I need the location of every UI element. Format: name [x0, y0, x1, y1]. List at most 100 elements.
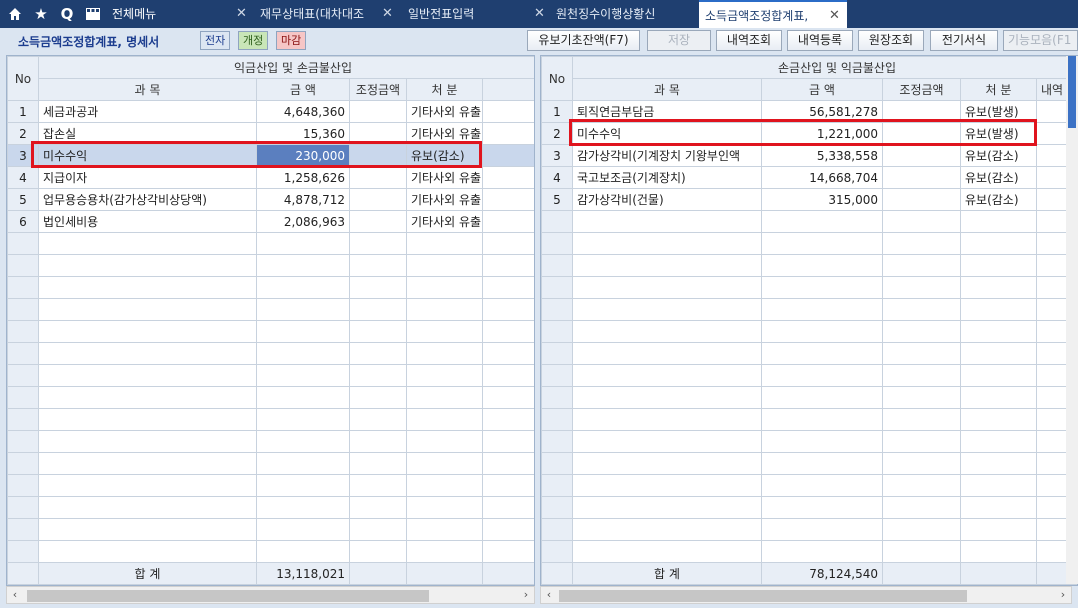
table-row[interactable]: 2 미수수익 1,221,000 유보(발생) — [541, 122, 1077, 145]
amount-cell[interactable]: 1,221,000 — [761, 122, 883, 145]
empty-cell[interactable] — [256, 232, 350, 255]
adjust-cell[interactable] — [882, 100, 961, 123]
empty-cell[interactable] — [541, 540, 573, 563]
empty-cell[interactable] — [349, 320, 407, 343]
item-cell[interactable]: 미수수익 — [572, 122, 762, 145]
empty-row[interactable] — [7, 364, 534, 387]
amount-cell[interactable]: 14,668,704 — [761, 166, 883, 189]
empty-cell[interactable] — [572, 518, 762, 541]
adjust-cell[interactable] — [349, 210, 407, 233]
scroll-right-icon[interactable]: › — [1055, 587, 1071, 603]
empty-cell[interactable] — [482, 474, 534, 497]
disposition-cell[interactable]: 유보(감소) — [406, 144, 483, 167]
empty-row[interactable] — [541, 298, 1077, 321]
adjust-cell[interactable] — [349, 144, 407, 167]
empty-cell[interactable] — [406, 540, 483, 563]
detail-register-button[interactable]: 내역등록 — [787, 30, 853, 51]
prior-form-button[interactable]: 전기서식 — [930, 30, 998, 51]
empty-cell[interactable] — [482, 342, 534, 365]
empty-cell[interactable] — [572, 496, 762, 519]
amount-cell[interactable]: 315,000 — [761, 188, 883, 211]
empty-row[interactable] — [541, 452, 1077, 475]
empty-cell[interactable] — [761, 540, 883, 563]
empty-cell[interactable] — [960, 474, 1037, 497]
empty-cell[interactable] — [960, 254, 1037, 277]
empty-row[interactable] — [7, 386, 534, 409]
item-cell[interactable]: 감가상각비(건물) — [572, 188, 762, 211]
blank-cell[interactable] — [482, 188, 534, 211]
empty-cell[interactable] — [256, 386, 350, 409]
amount-cell[interactable]: 4,878,712 — [256, 188, 350, 211]
favorite-star-icon[interactable]: ★ — [28, 0, 54, 28]
empty-cell[interactable] — [761, 386, 883, 409]
blank-cell[interactable] — [482, 122, 534, 145]
empty-cell[interactable] — [7, 386, 39, 409]
amount-cell[interactable]: 15,360 — [256, 122, 350, 145]
empty-row[interactable] — [7, 452, 534, 475]
item-cell[interactable]: 잡손실 — [38, 122, 257, 145]
table-row[interactable]: 5 감가상각비(건물) 315,000 유보(감소) — [541, 188, 1077, 211]
empty-cell[interactable] — [349, 254, 407, 277]
empty-cell[interactable] — [406, 452, 483, 475]
empty-cell[interactable] — [960, 386, 1037, 409]
empty-cell[interactable] — [960, 342, 1037, 365]
item-cell[interactable]: 업무용승용차(감가상각비상당액) — [38, 188, 257, 211]
empty-cell[interactable] — [349, 276, 407, 299]
vertical-scrollbar[interactable] — [1066, 56, 1078, 584]
empty-cell[interactable] — [572, 408, 762, 431]
empty-cell[interactable] — [761, 474, 883, 497]
empty-cell[interactable] — [406, 496, 483, 519]
search-icon[interactable]: Q — [54, 0, 80, 28]
empty-cell[interactable] — [761, 452, 883, 475]
amount-cell[interactable]: 4,648,360 — [256, 100, 350, 123]
disposition-cell[interactable]: 유보(감소) — [960, 188, 1037, 211]
disposition-cell[interactable]: 유보(감소) — [960, 166, 1037, 189]
empty-cell[interactable] — [960, 364, 1037, 387]
empty-cell[interactable] — [349, 518, 407, 541]
empty-cell[interactable] — [882, 320, 961, 343]
empty-cell[interactable] — [256, 474, 350, 497]
row-no-cell[interactable]: 4 — [541, 166, 573, 189]
empty-cell[interactable] — [882, 540, 961, 563]
table-row[interactable]: 3 미수수익 230,000 유보(감소) — [7, 144, 534, 167]
empty-cell[interactable] — [541, 474, 573, 497]
tab-balance-sheet[interactable]: ✕ 재무상태표(대차대조 — [236, 0, 382, 28]
empty-cell[interactable] — [761, 210, 883, 233]
empty-cell[interactable] — [38, 298, 257, 321]
adjust-cell[interactable] — [882, 144, 961, 167]
table-row[interactable]: 5 업무용승용차(감가상각비상당액) 4,878,712 기타사외 유출 — [7, 188, 534, 211]
empty-row[interactable] — [7, 254, 534, 277]
disposition-cell[interactable]: 기타사외 유출 — [406, 122, 483, 145]
table-row[interactable]: 3 감가상각비(기계장치 기왕부인액 5,338,558 유보(감소) — [541, 144, 1077, 167]
empty-row[interactable] — [541, 276, 1077, 299]
empty-cell[interactable] — [761, 430, 883, 453]
empty-cell[interactable] — [406, 298, 483, 321]
empty-cell[interactable] — [882, 232, 961, 255]
item-cell[interactable]: 세금과공과 — [38, 100, 257, 123]
empty-row[interactable] — [541, 232, 1077, 255]
table-row[interactable]: 2 잡손실 15,360 기타사외 유출 — [7, 122, 534, 145]
empty-cell[interactable] — [541, 320, 573, 343]
adjust-cell[interactable] — [882, 122, 961, 145]
empty-cell[interactable] — [541, 254, 573, 277]
empty-cell[interactable] — [406, 430, 483, 453]
empty-cell[interactable] — [572, 540, 762, 563]
empty-cell[interactable] — [38, 452, 257, 475]
empty-cell[interactable] — [406, 342, 483, 365]
empty-cell[interactable] — [482, 276, 534, 299]
row-no-cell[interactable]: 4 — [7, 166, 39, 189]
empty-row[interactable] — [541, 364, 1077, 387]
empty-cell[interactable] — [572, 298, 762, 321]
close-icon[interactable]: ✕ — [829, 2, 840, 30]
function-menu-button[interactable]: 기능모음(F1 — [1003, 30, 1078, 51]
empty-cell[interactable] — [256, 364, 350, 387]
empty-cell[interactable] — [38, 276, 257, 299]
empty-cell[interactable] — [761, 342, 883, 365]
empty-cell[interactable] — [572, 342, 762, 365]
empty-cell[interactable] — [38, 474, 257, 497]
empty-cell[interactable] — [482, 364, 534, 387]
empty-cell[interactable] — [541, 298, 573, 321]
row-no-cell[interactable]: 2 — [7, 122, 39, 145]
close-icon[interactable]: ✕ — [534, 0, 545, 28]
empty-cell[interactable] — [38, 540, 257, 563]
